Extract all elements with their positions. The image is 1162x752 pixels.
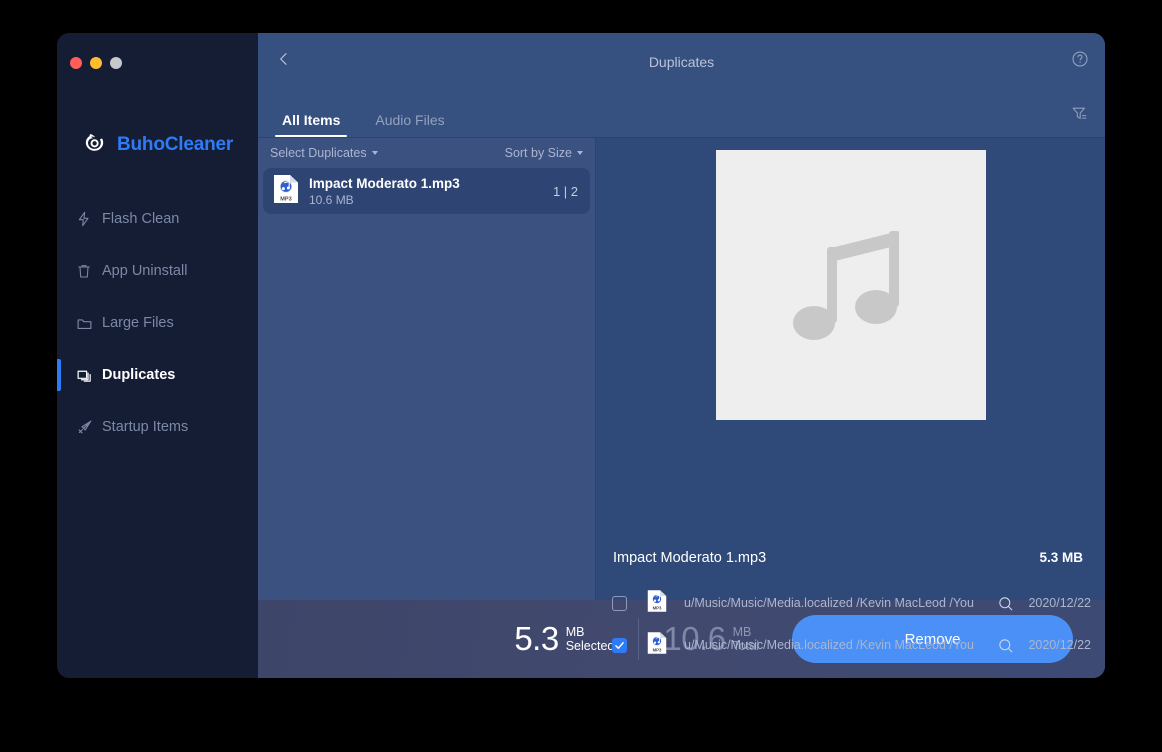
content-area: Select Duplicates Sort by Size MP3 Impac…	[258, 138, 1105, 654]
file-path: u/Music/Music/Media.localized /Kevin Mac…	[684, 638, 974, 652]
mp3-file-icon: MP3	[647, 589, 667, 618]
detail-filename: Impact Moderato 1.mp3	[613, 550, 767, 566]
list-item-name: Impact Moderato 1.mp3	[309, 175, 460, 191]
file-date: 2020/12/22	[1028, 638, 1091, 652]
zoom-button[interactable]	[110, 57, 122, 69]
sidebar-item-label: App Uninstall	[102, 263, 188, 279]
duplicates-icon	[75, 366, 93, 384]
file-preview	[716, 150, 986, 420]
select-duplicates-label: Select Duplicates	[270, 146, 367, 160]
tab-label: All Items	[282, 112, 341, 128]
file-checkbox[interactable]	[612, 637, 627, 653]
filter-icon	[1071, 105, 1088, 127]
select-duplicates-dropdown[interactable]: Select Duplicates	[270, 146, 378, 160]
rocket-icon	[75, 418, 93, 436]
chevron-down-icon	[577, 151, 583, 155]
filter-button[interactable]	[1069, 106, 1089, 126]
minimize-button[interactable]	[90, 57, 102, 69]
file-checkbox[interactable]	[612, 595, 627, 611]
detail-header: Impact Moderato 1.mp3 5.3 MB	[613, 550, 1083, 566]
file-instance-row[interactable]: MP3 u/Music/Music/Media.localized /Kevin…	[608, 624, 1095, 666]
sidebar-item-label: Large Files	[102, 315, 174, 331]
list-toolbar: Select Duplicates Sort by Size	[258, 138, 595, 168]
svg-text:MP3: MP3	[653, 647, 662, 652]
main-panel: Duplicates All Items Audio Files Select …	[258, 33, 1105, 678]
app-window: BuhoCleaner Flash Clean App Uninstall La…	[57, 33, 1105, 678]
sidebar-item-startup-items[interactable]: Startup Items	[57, 401, 258, 453]
chevron-left-icon	[276, 51, 292, 72]
buho-logo-icon	[84, 130, 108, 159]
help-circle-icon	[1071, 50, 1089, 73]
trash-icon	[75, 262, 93, 280]
help-button[interactable]	[1069, 51, 1091, 73]
folder-icon	[75, 314, 93, 332]
tab-all-items[interactable]: All Items	[275, 112, 348, 137]
magnifier-icon[interactable]	[997, 595, 1014, 612]
sort-label: Sort by Size	[504, 146, 572, 160]
selected-size-value: 5.3	[514, 620, 559, 657]
file-instances-list: MP3 u/Music/Music/Media.localized /Kevin…	[608, 582, 1095, 666]
back-button[interactable]	[270, 48, 298, 76]
page-title: Duplicates	[648, 53, 715, 70]
list-item-size: 10.6 MB	[309, 192, 354, 207]
window-controls	[70, 57, 122, 69]
sidebar-item-label: Duplicates	[102, 367, 176, 383]
mp3-file-icon: MP3	[273, 174, 299, 209]
tab-active-underline	[275, 135, 348, 137]
sidebar: BuhoCleaner Flash Clean App Uninstall La…	[57, 33, 258, 678]
bolt-icon	[75, 210, 93, 228]
file-date: 2020/12/22	[1028, 596, 1091, 610]
sidebar-item-label: Flash Clean	[102, 211, 180, 227]
file-detail-panel: Impact Moderato 1.mp3 5.3 MB MP3 u/Music…	[596, 138, 1105, 654]
list-item-count: 1 | 2	[552, 183, 578, 199]
sidebar-item-duplicates[interactable]: Duplicates	[57, 349, 258, 401]
sidebar-item-flash-clean[interactable]: Flash Clean	[57, 193, 258, 245]
mp3-file-icon: MP3	[647, 631, 667, 660]
sidebar-nav: Flash Clean App Uninstall Large Files Du…	[57, 193, 258, 453]
title-bar: Duplicates	[258, 33, 1105, 90]
svg-text:MP3: MP3	[653, 605, 662, 610]
sort-dropdown[interactable]: Sort by Size	[505, 146, 583, 160]
file-path: u/Music/Music/Media.localized /Kevin Mac…	[684, 596, 974, 610]
magnifier-icon[interactable]	[997, 637, 1014, 654]
sidebar-item-label: Startup Items	[102, 419, 189, 435]
brand-name: BuhoCleaner	[117, 133, 234, 155]
music-note-icon	[787, 209, 915, 362]
file-instance-row[interactable]: MP3 u/Music/Music/Media.localized /Kevin…	[608, 582, 1095, 624]
close-button[interactable]	[70, 57, 82, 69]
tab-label: Audio Files	[375, 112, 445, 128]
selected-size-stat: 5.3 MB Selected	[514, 620, 614, 658]
tab-bar: All Items Audio Files	[258, 90, 1105, 138]
active-indicator	[57, 359, 61, 391]
list-item[interactable]: MP3 Impact Moderato 1.mp3 10.6 MB 1 | 2	[263, 168, 590, 214]
detail-filesize: 5.3 MB	[1039, 550, 1083, 565]
app-brand: BuhoCleaner	[84, 130, 233, 159]
sidebar-item-app-uninstall[interactable]: App Uninstall	[57, 245, 258, 297]
duplicates-list-panel: Select Duplicates Sort by Size MP3 Impac…	[258, 138, 596, 600]
tab-audio-files[interactable]: Audio Files	[368, 112, 451, 137]
list-item-texts: Impact Moderato 1.mp3 10.6 MB	[309, 176, 460, 207]
sidebar-item-large-files[interactable]: Large Files	[57, 297, 258, 349]
chevron-down-icon	[371, 151, 378, 155]
svg-text:MP3: MP3	[280, 196, 292, 202]
